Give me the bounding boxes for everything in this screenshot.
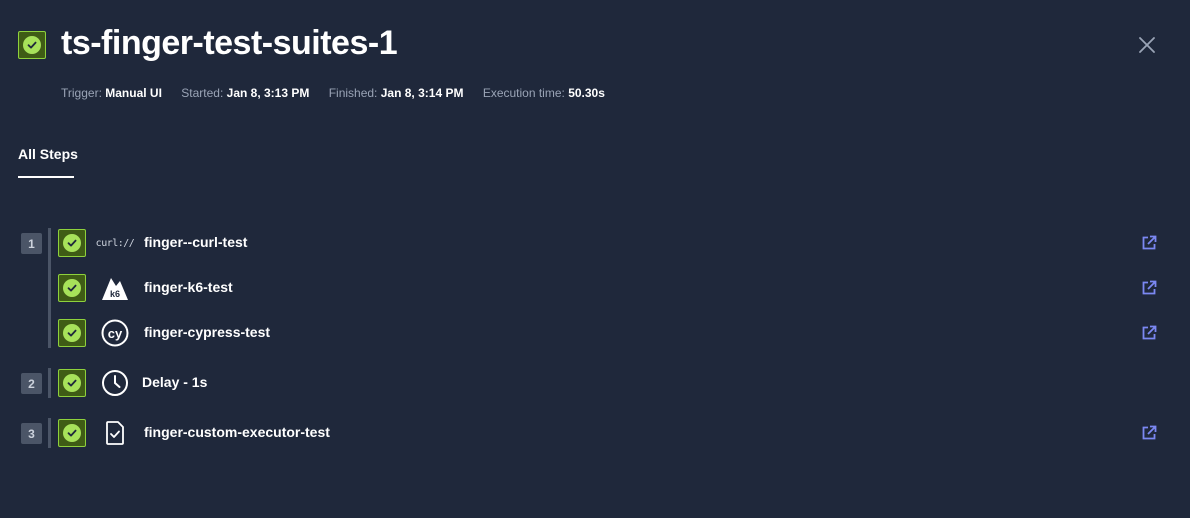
curl-logo-text: curl:// (95, 237, 135, 249)
external-link-icon[interactable] (1140, 424, 1158, 442)
step-name-curl[interactable]: finger--curl-test (144, 234, 247, 250)
tab-active-indicator (18, 176, 74, 178)
step-group-bar (48, 228, 51, 348)
step-group-bar (48, 418, 51, 448)
step-name-k6[interactable]: finger-k6-test (144, 279, 233, 295)
close-icon[interactable] (1136, 34, 1158, 56)
started-value: Jan 8, 3:13 PM (226, 86, 310, 100)
cypress-logo-icon: cy (100, 318, 130, 348)
external-link-icon[interactable] (1140, 324, 1158, 342)
clock-icon (100, 368, 130, 398)
step-name-custom-executor[interactable]: finger-custom-executor-test (144, 424, 330, 440)
external-link-icon[interactable] (1140, 279, 1158, 297)
svg-text:k6: k6 (110, 289, 120, 299)
started-label: Started: (181, 86, 224, 100)
tab-all-steps[interactable]: All Steps (18, 146, 78, 162)
finished-value: Jan 8, 3:14 PM (380, 86, 464, 100)
step-number: 1 (21, 233, 42, 254)
page-title: ts-finger-test-suites-1 (61, 24, 398, 62)
execution-meta: Trigger: Manual UI Started: Jan 8, 3:13 … (61, 86, 621, 100)
status-check-icon (18, 31, 46, 59)
step-name-delay: Delay - 1s (142, 374, 208, 390)
step-group-bar (48, 368, 51, 398)
step-status-icon (58, 319, 86, 347)
execution-time-info: Execution time: 50.30s (483, 86, 605, 100)
k6-logo-icon: k6 (100, 273, 130, 303)
step-status-icon (58, 419, 86, 447)
trigger-info: Trigger: Manual UI (61, 86, 162, 100)
step-number: 3 (21, 423, 42, 444)
trigger-value: Manual UI (105, 86, 162, 100)
execution-time-value: 50.30s (568, 86, 605, 100)
external-link-icon[interactable] (1140, 234, 1158, 252)
step-status-icon (58, 229, 86, 257)
finished-label: Finished: (328, 86, 378, 100)
started-info: Started: Jan 8, 3:13 PM (181, 86, 309, 100)
step-name-cypress[interactable]: finger-cypress-test (144, 324, 270, 340)
curl-logo-icon: curl:// (96, 228, 135, 258)
step-status-icon (58, 369, 86, 397)
execution-time-label: Execution time: (482, 86, 565, 100)
finished-info: Finished: Jan 8, 3:14 PM (329, 86, 464, 100)
file-check-icon (100, 418, 130, 448)
trigger-label: Trigger: (61, 86, 102, 100)
svg-text:cy: cy (108, 326, 123, 341)
step-status-icon (58, 274, 86, 302)
step-number: 2 (21, 373, 42, 394)
